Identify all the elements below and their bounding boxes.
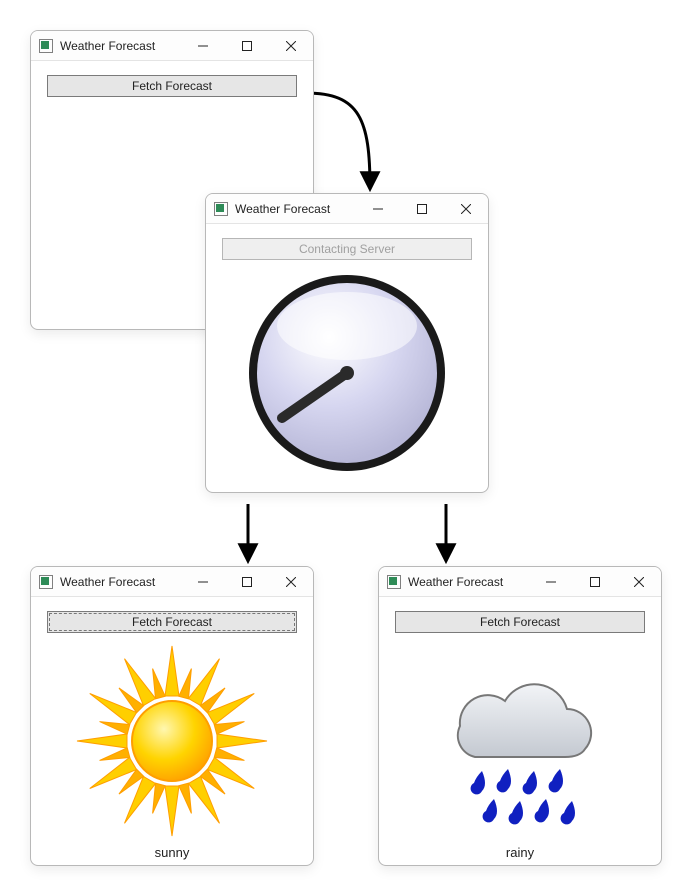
maximize-icon [242, 577, 252, 587]
window-title: Weather Forecast [408, 575, 529, 589]
close-button[interactable] [444, 194, 488, 223]
window-controls [356, 194, 488, 223]
client-area: Contacting Server [206, 224, 488, 488]
window-title: Weather Forecast [60, 575, 181, 589]
client-area: Fetch Forecast [31, 597, 313, 866]
app-icon [387, 575, 401, 589]
minimize-button[interactable] [181, 567, 225, 596]
titlebar[interactable]: Weather Forecast [31, 567, 313, 597]
maximize-button[interactable] [573, 567, 617, 596]
window-title: Weather Forecast [235, 202, 356, 216]
window-loading: Weather Forecast Contacting Server [205, 193, 489, 493]
titlebar[interactable]: Weather Forecast [379, 567, 661, 597]
minimize-button[interactable] [356, 194, 400, 223]
minimize-button[interactable] [529, 567, 573, 596]
minimize-icon [198, 577, 208, 587]
minimize-icon [546, 577, 556, 587]
fetch-forecast-button[interactable]: Fetch Forecast [395, 611, 645, 633]
window-controls [181, 567, 313, 596]
titlebar[interactable]: Weather Forecast [31, 31, 313, 61]
maximize-button[interactable] [400, 194, 444, 223]
arrow-initial-to-loading [306, 93, 370, 188]
minimize-button[interactable] [181, 31, 225, 60]
maximize-icon [590, 577, 600, 587]
maximize-button[interactable] [225, 31, 269, 60]
window-title: Weather Forecast [60, 39, 181, 53]
fetch-forecast-button: Contacting Server [222, 238, 472, 260]
clock-icon [242, 268, 452, 478]
result-label: sunny [45, 845, 299, 860]
window-result-rainy: Weather Forecast Fetch Forecast [378, 566, 662, 866]
client-area: Fetch Forecast [31, 61, 313, 107]
window-controls [529, 567, 661, 596]
window-controls [181, 31, 313, 60]
titlebar[interactable]: Weather Forecast [206, 194, 488, 224]
client-area: Fetch Forecast [379, 597, 661, 866]
sun-icon [72, 641, 272, 841]
close-icon [286, 577, 296, 587]
rain-cloud-icon [420, 641, 620, 841]
maximize-icon [417, 204, 427, 214]
close-button[interactable] [269, 567, 313, 596]
fetch-forecast-button[interactable]: Fetch Forecast [47, 75, 297, 97]
fetch-forecast-button[interactable]: Fetch Forecast [47, 611, 297, 633]
close-button[interactable] [269, 31, 313, 60]
app-icon [39, 39, 53, 53]
close-icon [461, 204, 471, 214]
app-icon [39, 575, 53, 589]
window-result-sunny: Weather Forecast Fetch Forecast [30, 566, 314, 866]
maximize-button[interactable] [225, 567, 269, 596]
close-icon [286, 41, 296, 51]
app-icon [214, 202, 228, 216]
result-label: rainy [393, 845, 647, 860]
minimize-icon [198, 41, 208, 51]
close-icon [634, 577, 644, 587]
maximize-icon [242, 41, 252, 51]
close-button[interactable] [617, 567, 661, 596]
minimize-icon [373, 204, 383, 214]
